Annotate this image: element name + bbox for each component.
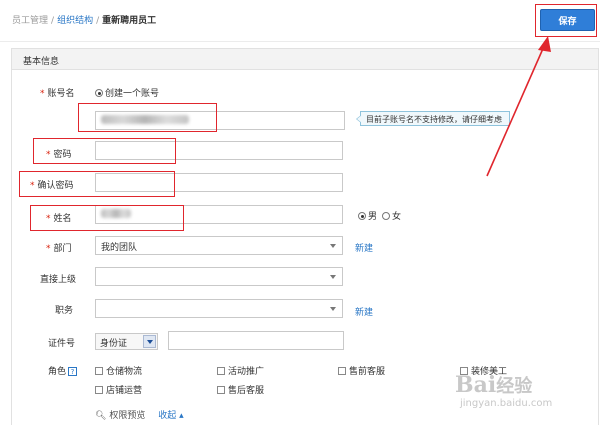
header-bar: 员工管理 / 组织结构 / 重新聘用员工 保存 <box>0 0 600 42</box>
role-checkbox[interactable]: 售前客服 <box>338 364 385 377</box>
checkbox-icon <box>217 386 225 394</box>
supervisor-select[interactable] <box>95 267 343 286</box>
permission-preview: 🔍︎ 权限预览 收起 ▴ <box>95 408 184 421</box>
department-new-link[interactable]: 新建 <box>355 241 373 254</box>
radio-icon <box>95 89 103 97</box>
department-select[interactable]: 我的团队 <box>95 236 343 255</box>
breadcrumb-employee-mgmt[interactable]: 员工管理 <box>12 16 48 26</box>
chevron-down-icon <box>330 244 336 248</box>
account-tooltip: 目前子账号名不支持修改，请仔细考虑 <box>356 111 510 126</box>
role-checkbox[interactable]: 店铺运营 <box>95 383 142 396</box>
id-type-select[interactable]: 身份证 <box>95 333 158 350</box>
help-icon[interactable]: ? <box>68 367 78 376</box>
radio-icon <box>382 212 390 220</box>
department-label: * 部门 <box>46 244 72 254</box>
chevron-down-icon <box>330 307 336 311</box>
gender-male-radio[interactable]: 男 <box>358 209 377 222</box>
watermark-logo: Bai经验 <box>455 372 533 398</box>
checkbox-icon <box>217 367 225 375</box>
section-title: 基本信息 <box>23 57 60 67</box>
annotation-box-account <box>78 103 217 132</box>
radio-icon <box>358 212 366 220</box>
role-checkbox[interactable]: 仓储物流 <box>95 364 142 377</box>
annotation-box-save <box>535 4 597 37</box>
role-checkbox[interactable]: 售后客服 <box>217 383 264 396</box>
position-new-link[interactable]: 新建 <box>355 305 373 318</box>
page: 员工管理 / 组织结构 / 重新聘用员工 保存 基本信息 * 账号名 创建一个账号 目前子… <box>0 0 600 425</box>
watermark-url: jingyan.baidu.com <box>460 398 553 409</box>
annotation-box-name <box>30 205 184 231</box>
collapse-toggle[interactable]: 收起 ▴ <box>158 411 183 421</box>
chevron-down-icon <box>330 275 336 279</box>
position-select[interactable] <box>95 299 343 318</box>
annotation-box-confirm <box>19 171 175 197</box>
annotation-box-password <box>33 138 176 164</box>
breadcrumb-org-structure[interactable]: 组织结构 <box>57 16 93 26</box>
supervisor-label: 直接上级 <box>40 275 77 285</box>
create-account-radio[interactable]: 创建一个账号 <box>95 86 159 99</box>
account-label: * 账号名 <box>40 89 75 99</box>
id-number-input[interactable] <box>168 331 344 350</box>
checkbox-icon <box>95 386 103 394</box>
section-header: 基本信息 <box>11 48 599 70</box>
id-doc-label: 证件号 <box>48 339 76 349</box>
magnifier-icon: 🔍︎ <box>95 411 107 421</box>
position-label: 职务 <box>55 306 74 316</box>
role-checkbox[interactable]: 活动推广 <box>217 364 264 377</box>
checkbox-icon <box>95 367 103 375</box>
checkbox-icon <box>338 367 346 375</box>
page-title: 重新聘用员工 <box>102 16 157 26</box>
permission-preview-link[interactable]: 权限预览 <box>109 411 145 421</box>
gender-female-radio[interactable]: 女 <box>382 209 401 222</box>
chevron-down-icon <box>143 335 156 348</box>
breadcrumb: 员工管理 / 组织结构 / 重新聘用员工 <box>12 16 157 26</box>
roles-label: 角色? <box>48 364 78 377</box>
